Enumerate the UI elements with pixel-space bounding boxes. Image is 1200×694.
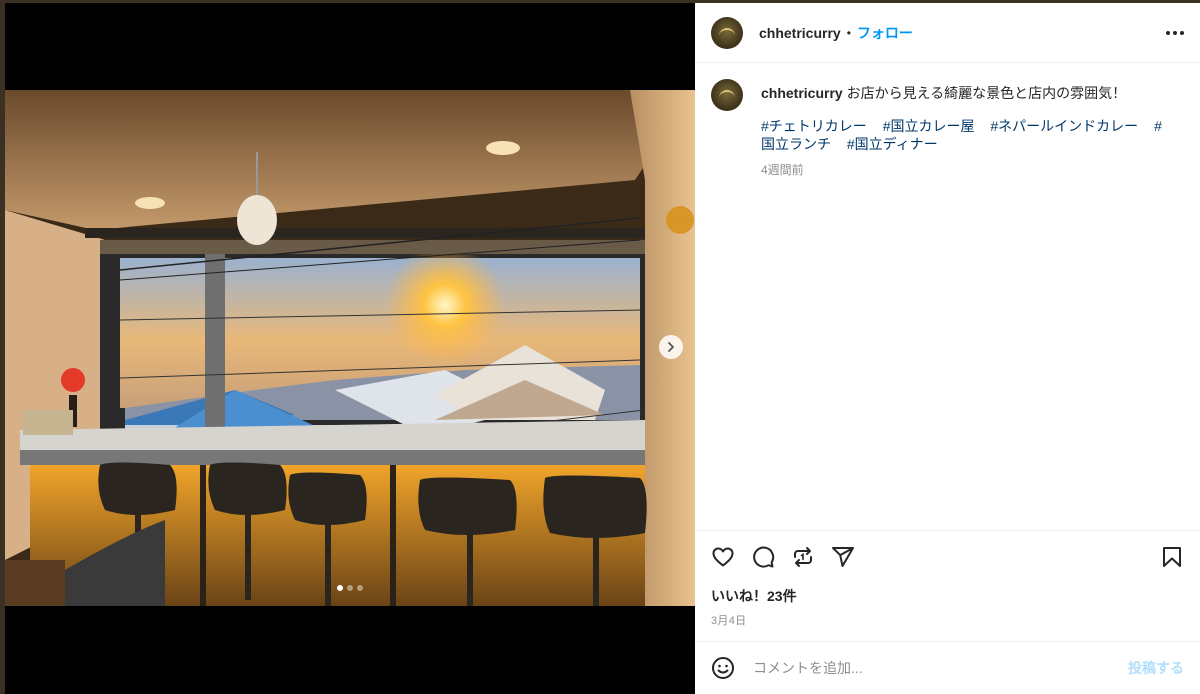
header-username[interactable]: chhetricurry	[759, 25, 841, 41]
share-icon[interactable]	[791, 545, 815, 569]
caption-text: お店から見える綺麗な景色と店内の雰囲気！	[846, 85, 1127, 101]
caption-username[interactable]: chhetricurry	[761, 85, 843, 101]
likes-count[interactable]: いいね！23件	[695, 586, 1200, 606]
carousel-indicator	[337, 585, 363, 591]
bookmark-icon[interactable]	[1160, 545, 1184, 569]
comment-icon[interactable]	[751, 545, 775, 569]
follow-button[interactable]: フォロー	[857, 23, 913, 43]
hashtag-link[interactable]: #国立ディナー	[847, 136, 938, 152]
carousel-dot-1	[337, 585, 343, 591]
post-photo[interactable]	[5, 90, 695, 606]
header-separator: •	[846, 25, 851, 40]
caption-hashtags: #チェトリカレー #国立カレー屋 #ネパールインドカレー #国立ランチ #国立デ…	[761, 117, 1171, 153]
more-icon	[1166, 30, 1170, 35]
comment-input[interactable]	[751, 659, 1128, 677]
media-area	[5, 3, 695, 694]
post-header: chhetricurry • フォロー	[695, 3, 1200, 63]
next-image-button[interactable]	[659, 335, 683, 359]
post-modal: chhetricurry • フォロー chhetricurry お店から見える…	[5, 3, 1200, 694]
heart-icon[interactable]	[711, 545, 735, 569]
emoji-icon[interactable]	[711, 656, 735, 680]
caption-avatar[interactable]	[711, 79, 743, 111]
hashtag-link[interactable]: #国立カレー屋	[883, 118, 975, 134]
hashtag-link[interactable]: #チェトリカレー	[761, 118, 867, 134]
more-options-button[interactable]	[1166, 25, 1184, 41]
carousel-dot-3	[357, 585, 363, 591]
caption: chhetricurry お店から見える綺麗な景色と店内の雰囲気！ #チェトリカ…	[711, 79, 1184, 178]
comments-area: chhetricurry お店から見える綺麗な景色と店内の雰囲気！ #チェトリカ…	[695, 63, 1200, 530]
action-bar	[695, 530, 1200, 582]
chevron-right-icon	[668, 342, 674, 352]
post-comment-button[interactable]: 投稿する	[1128, 658, 1184, 678]
hashtag-link[interactable]: #ネパールインドカレー	[990, 118, 1138, 134]
send-icon[interactable]	[831, 545, 855, 569]
add-comment-bar: 投稿する	[695, 641, 1200, 694]
caption-time: 4週間前	[761, 163, 804, 177]
post-side-panel: chhetricurry • フォロー chhetricurry お店から見える…	[695, 3, 1200, 694]
post-date: 3月4日	[711, 615, 747, 627]
carousel-dot-2	[347, 585, 353, 591]
avatar[interactable]	[711, 16, 743, 49]
